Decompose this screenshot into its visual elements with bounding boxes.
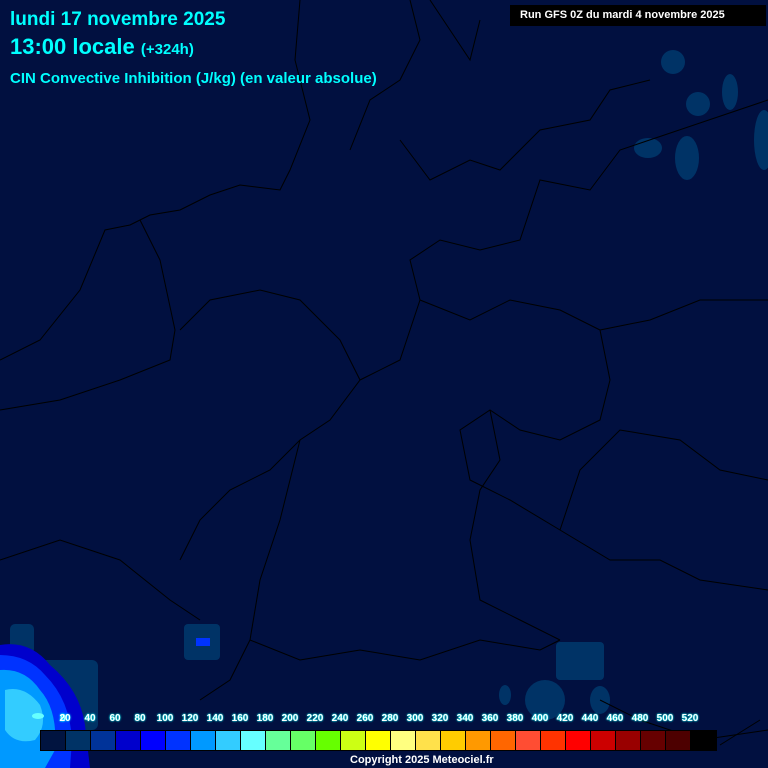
legend-swatch	[41, 731, 66, 750]
legend-swatch	[616, 731, 641, 750]
legend-label: 220	[306, 713, 324, 724]
legend-swatch	[666, 731, 691, 750]
legend-label: 260	[356, 713, 374, 724]
legend-label: 240	[331, 713, 349, 724]
legend-swatch	[141, 731, 166, 750]
legend-swatch	[116, 731, 141, 750]
legend-label: 20	[59, 713, 71, 724]
legend-swatch	[441, 731, 466, 750]
legend-label: 300	[406, 713, 424, 724]
legend-swatch	[291, 731, 316, 750]
legend-swatch	[641, 731, 666, 750]
run-info: Run GFS 0Z du mardi 4 novembre 2025	[510, 5, 766, 26]
legend-swatch	[216, 731, 241, 750]
legend-swatch	[66, 731, 91, 750]
map-layer	[0, 0, 768, 768]
legend-swatch	[591, 731, 616, 750]
legend-label: 340	[456, 713, 474, 724]
legend-label: 400	[531, 713, 549, 724]
legend-label: 280	[381, 713, 399, 724]
legend-label: 60	[109, 713, 121, 724]
copyright: Copyright 2025 Meteociel.fr	[350, 754, 494, 766]
country-borders	[0, 0, 768, 746]
legend-label: 160	[231, 713, 249, 724]
weather-map: lundi 17 novembre 2025 13:00 locale (+32…	[0, 0, 768, 768]
legend-label: 360	[481, 713, 499, 724]
legend-label: 80	[134, 713, 146, 724]
legend-swatch	[241, 731, 266, 750]
legend-label: 380	[506, 713, 524, 724]
legend-swatch	[166, 731, 191, 750]
legend-labels: 0 20 40 60 80 100 120 140 160 180 200 220 240 260 280 3…	[40, 713, 740, 727]
legend-swatch	[491, 731, 516, 750]
local-time: 13:00 locale	[10, 34, 135, 59]
legend-swatch	[416, 731, 441, 750]
legend-swatch	[366, 731, 391, 750]
legend-swatch	[341, 731, 366, 750]
legend-swatch	[191, 731, 216, 750]
legend-label: 100	[156, 713, 174, 724]
legend-label: 420	[556, 713, 574, 724]
legend-label: 460	[606, 713, 624, 724]
legend-label: 140	[206, 713, 224, 724]
legend-swatch	[516, 731, 541, 750]
legend-swatch	[566, 731, 591, 750]
forecast-offset: (+324h)	[140, 41, 194, 58]
cin-patches	[10, 50, 768, 730]
forecast-time: 13:00 locale (+324h)	[10, 34, 194, 60]
legend-label: 500	[656, 713, 674, 724]
color-legend	[40, 730, 717, 751]
legend-label: 320	[431, 713, 449, 724]
legend-label: 200	[281, 713, 299, 724]
legend-swatch	[91, 731, 116, 750]
legend-label: 180	[256, 713, 274, 724]
legend-swatch	[691, 731, 716, 750]
legend-swatch	[391, 731, 416, 750]
legend-label: 40	[84, 713, 96, 724]
legend-label: 440	[581, 713, 599, 724]
parameter-title: CIN Convective Inhibition (J/kg) (en val…	[10, 70, 377, 87]
legend-label: 120	[181, 713, 199, 724]
forecast-date: lundi 17 novembre 2025	[10, 9, 226, 30]
legend-swatch	[541, 731, 566, 750]
legend-label: 480	[631, 713, 649, 724]
legend-swatch	[316, 731, 341, 750]
legend-label: 520	[681, 713, 699, 724]
legend-swatch	[266, 731, 291, 750]
legend-swatch	[466, 731, 491, 750]
